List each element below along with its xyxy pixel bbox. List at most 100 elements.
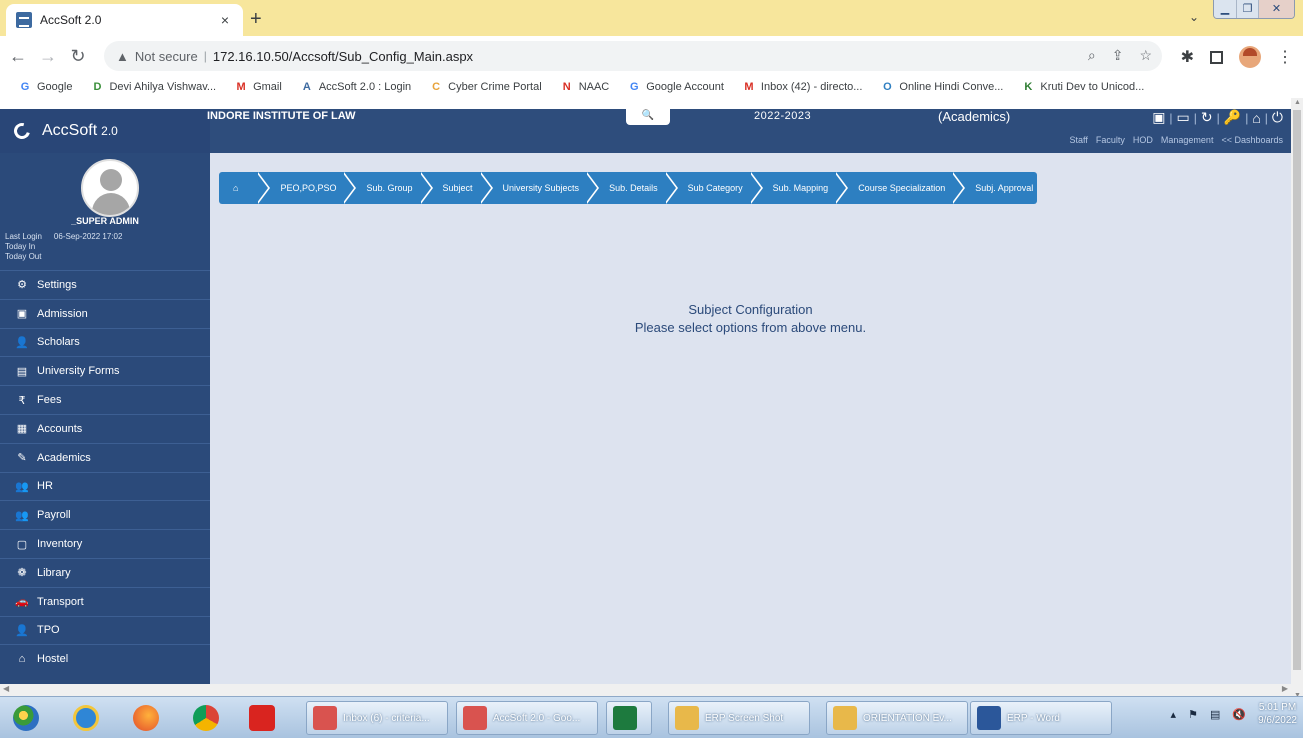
minimize-icon[interactable]: ▁ <box>1214 0 1236 18</box>
scroll-thumb[interactable] <box>1293 110 1301 670</box>
sidebar-item-payroll[interactable]: 👥 Payroll <box>0 500 210 529</box>
flag-icon[interactable]: ⚑ <box>1188 708 1198 721</box>
taskbar-task[interactable]: ERP Screen Shot <box>668 701 810 735</box>
back-arrow-icon[interactable]: ← <box>6 46 30 67</box>
key-icon[interactable]: 🔑 <box>1224 109 1241 126</box>
volume-icon[interactable]: 🔇 <box>1232 708 1246 721</box>
url-text: 172.16.10.50/Accsoft/Sub_Config_Main.asp… <box>212 48 474 64</box>
tray-expand-icon[interactable]: ▴ <box>1171 708 1177 721</box>
share-icon[interactable]: ⇪ <box>1112 47 1124 64</box>
windows-taskbar: Inbox (6) - criteria... AccSoft 2.0 - Goo… <box>0 696 1303 738</box>
sidebar-item-label: University Forms <box>37 365 120 378</box>
window-close-icon[interactable]: ✕ <box>1258 0 1294 18</box>
bookmark-item[interactable]: A AccSoft 2.0 : Login <box>300 80 411 94</box>
bookmark-item[interactable]: G Google Account <box>627 80 724 94</box>
sidebar-item-hostel[interactable]: ⌂ Hostel <box>0 644 210 673</box>
bookmark-item[interactable]: K Kruti Dev to Unicod... <box>1021 80 1144 94</box>
profile-avatar-icon[interactable] <box>1239 46 1261 68</box>
chrome-icon[interactable] <box>190 702 222 734</box>
home-icon[interactable]: ⌂ <box>1252 110 1260 126</box>
rupee-icon: ₹ <box>18 394 26 407</box>
sidebar-item-transport[interactable]: 🚗 Transport <box>0 586 210 616</box>
close-tab-icon[interactable]: × <box>217 12 233 28</box>
power-icon[interactable]: ⏻ <box>1272 109 1283 126</box>
taskbar-task[interactable]: ORIENTATION Ev... <box>826 701 968 735</box>
sidebar-item-scholars[interactable]: 👤 Scholars <box>0 327 210 357</box>
bookmark-label: Kruti Dev to Unicod... <box>1040 81 1145 93</box>
acrobat-reader-icon[interactable] <box>246 702 278 734</box>
breadcrumb-item[interactable]: Course Specialization <box>834 172 966 204</box>
bookmark-star-icon[interactable]: ☆ <box>1139 47 1152 64</box>
bookmark-item[interactable]: M Gmail <box>234 80 281 94</box>
sidebar-item-label: Library <box>37 566 71 579</box>
forward-arrow-icon[interactable]: → <box>36 46 60 67</box>
sidebar-item-fees[interactable]: ₹ Fees <box>0 385 210 414</box>
sidebar-item-library[interactable]: ❁ Library <box>0 557 210 587</box>
horizontal-scrollbar[interactable]: ◀ ▶ <box>0 684 1291 696</box>
tab-search-chevron-icon[interactable]: ⌄ <box>1189 10 1199 24</box>
sidebar-item-tpo[interactable]: 👤 TPO <box>0 615 210 645</box>
bookmark-item[interactable]: C Cyber Crime Portal <box>429 80 542 94</box>
scroll-left-icon[interactable]: ◀ <box>3 684 9 693</box>
app-brand[interactable]: AccSoft 2.0 <box>0 109 210 153</box>
sidebar-item-label: Academics <box>37 451 91 464</box>
breadcrumb-home[interactable]: ⌂ <box>219 172 272 204</box>
refresh-icon[interactable]: ↻ <box>1201 109 1213 126</box>
firefox-icon[interactable] <box>130 702 162 734</box>
dashboard-link[interactable]: Staff <box>1070 135 1088 145</box>
network-icon[interactable]: ▤ <box>1210 708 1220 721</box>
bookmark-item[interactable]: M Inbox (42) - directo... <box>742 80 862 94</box>
sidebar: _SUPER ADMIN Last Login 06-Sep-2022 17:02… <box>0 153 210 684</box>
app-name: AccSoft <box>42 122 98 139</box>
dashboard-link[interactable]: << Dashboards <box>1221 135 1283 145</box>
search-icon[interactable]: 🔍 <box>626 109 670 125</box>
side-panel-icon[interactable] <box>1210 50 1223 64</box>
library-icon: ❁ <box>17 567 27 580</box>
warning-triangle-icon[interactable]: ▲ <box>116 49 129 64</box>
sidebar-item-settings[interactable]: ⚙ Settings <box>0 270 210 299</box>
browser-tab[interactable]: AccSoft 2.0 × <box>6 4 243 36</box>
taskbar-task[interactable]: AccSoft 2.0 - Goo... <box>456 701 598 735</box>
task-label: Inbox (6) - criteria... <box>343 712 430 724</box>
maximize-icon[interactable]: ❐ <box>1236 0 1258 18</box>
sidebar-item-hr[interactable]: 👥 HR <box>0 471 210 501</box>
taskbar-task[interactable]: Inbox (6) - criteria... <box>306 701 448 735</box>
task-app-icon <box>675 706 699 730</box>
taskbar-task[interactable] <box>606 701 652 735</box>
new-tab-button[interactable]: + <box>250 8 262 31</box>
sidebar-item-inventory[interactable]: ▢ Inventory <box>0 529 210 558</box>
sidebar-item-label: Settings <box>37 278 77 291</box>
dashboard-link[interactable]: HOD <box>1133 135 1153 145</box>
extensions-puzzle-icon[interactable]: ✱ <box>1181 47 1194 67</box>
scroll-up-icon[interactable]: ▲ <box>1294 99 1301 106</box>
card-icon[interactable]: ▭ <box>1177 109 1190 126</box>
menu-kebab-icon[interactable]: ⋮ <box>1277 47 1293 67</box>
zoom-search-icon[interactable]: ⌕ <box>1088 47 1096 64</box>
bookmark-item[interactable]: O Online Hindi Conve... <box>880 80 1003 94</box>
bookmark-favicon-icon: N <box>562 81 571 93</box>
task-app-icon <box>463 706 487 730</box>
internet-explorer-icon[interactable] <box>70 702 102 734</box>
dashboard-link[interactable]: Faculty <box>1096 135 1125 145</box>
vertical-scrollbar[interactable]: ▲ ▼ <box>1291 98 1303 700</box>
bookmark-item[interactable]: N NAAC <box>560 80 610 94</box>
home-icon: ⌂ <box>233 183 239 193</box>
sidebar-item-accounts[interactable]: ▦ Accounts <box>0 413 210 443</box>
clock[interactable]: 5:01 PM 9/6/2022 <box>1258 701 1297 727</box>
address-bar[interactable]: ▲ Not secure | 172.16.10.50/Accsoft/Sub_… <box>104 41 1162 71</box>
sidebar-item-admission[interactable]: ▣ Admission <box>0 298 210 328</box>
task-app-icon <box>977 706 1001 730</box>
taskbar-task[interactable]: ERP - Word <box>970 701 1112 735</box>
dashboard-link[interactable]: Management <box>1161 135 1214 145</box>
bookmark-item[interactable]: G Google <box>18 80 73 94</box>
bookmark-item[interactable]: D Devi Ahilya Vishwav... <box>90 80 217 94</box>
sidebar-item-label: Scholars <box>37 336 80 349</box>
session-year[interactable]: 2022-2023 <box>754 110 811 122</box>
reload-icon[interactable]: ↻ <box>66 46 90 67</box>
start-button-icon[interactable] <box>10 702 42 734</box>
sidebar-item-university-forms[interactable]: ▤ University Forms <box>0 356 210 385</box>
calendar-icon[interactable]: ▣ <box>1152 109 1165 126</box>
scroll-right-icon[interactable]: ▶ <box>1282 684 1288 693</box>
sidebar-item-academics[interactable]: ✎ Academics <box>0 442 210 472</box>
breadcrumb-item[interactable]: University Subjects <box>478 172 599 204</box>
